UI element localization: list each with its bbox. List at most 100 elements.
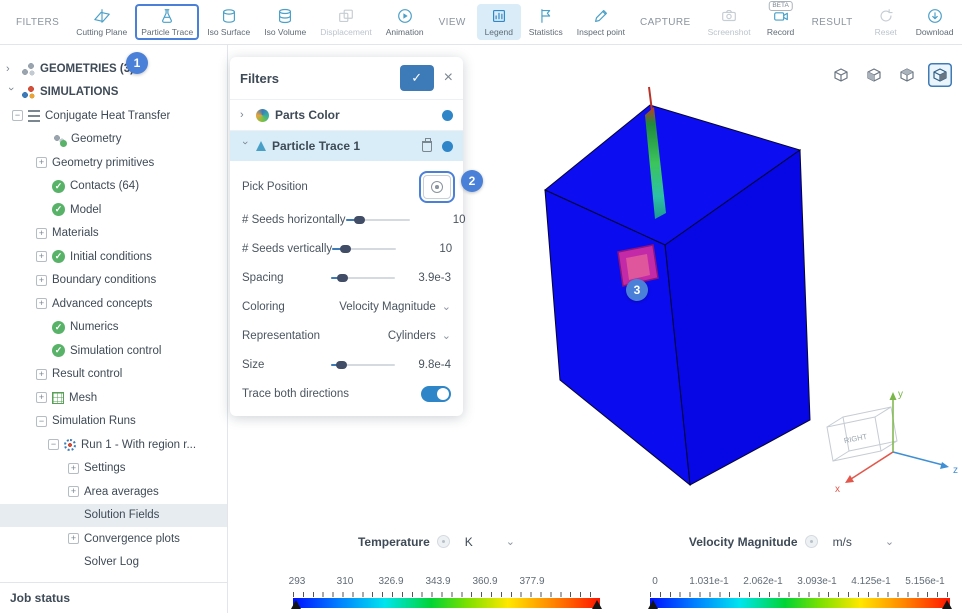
tree-item-boundary-conditions[interactable]: + Boundary conditions [0,269,227,293]
particle-trace-1-section[interactable]: › Particle Trace 1 [230,130,463,161]
download-button[interactable]: Download [910,4,960,40]
view-mode-button-2[interactable] [862,63,886,87]
tree-item-initial-conditions[interactable]: + ✓ Initial conditions [0,245,227,269]
tree-item-label: Advanced concepts [52,298,152,310]
delete-icon[interactable] [422,141,432,152]
collapse-icon[interactable]: − [48,439,59,450]
legend-settings-icon[interactable] [437,535,450,548]
view-mode-button-1[interactable] [829,63,853,87]
seeds-horizontal-slider[interactable] [346,213,410,227]
seeds-vertical-slider[interactable] [332,242,396,256]
tree-item-convergence-plots[interactable]: + Convergence plots [0,527,227,551]
tree-item-materials[interactable]: + Materials [0,222,227,246]
range-min-marker[interactable] [648,600,658,609]
cube-solid-icon [932,67,948,83]
tree-item-simulation-control[interactable]: ✓ Simulation control [0,339,227,363]
tree-item-geometry-primitives[interactable]: + Geometry primitives [0,151,227,175]
filters-panel-title: Filters [240,71,400,86]
view-mode-button-3[interactable] [895,63,919,87]
statistics-button[interactable]: Statistics [523,4,569,40]
tree-item-label: Initial conditions [70,251,152,263]
expand-icon[interactable]: + [36,157,47,168]
tree-item-settings[interactable]: + Settings [0,457,227,481]
velocity-legend: Velocity Magnitude m/s ⌄ 0 1.031e-1 2.06… [624,533,959,608]
displacement-button[interactable]: Displacement [314,4,378,40]
tree-item-conjugate-heat-transfer[interactable]: − Conjugate Heat Transfer [0,104,227,128]
parts-color-section[interactable]: › Parts Color [230,99,463,130]
visibility-dot[interactable] [442,110,453,121]
project-tree-sidebar: › GEOMETRIES (3) › SIMULATIONS − Conjuga… [0,45,228,613]
tree-item-advanced-concepts[interactable]: + Advanced concepts [0,292,227,316]
job-status-label: Job status [10,591,70,605]
simulations-icon [21,85,35,99]
tree-item-solver-log[interactable]: Solver Log [0,551,227,575]
toolbar-item-label: Reset [875,27,897,37]
record-button[interactable]: BETA Record [759,4,803,40]
apply-button[interactable]: ✓ [400,65,434,91]
collapse-icon[interactable]: − [12,110,23,121]
job-status-bar[interactable]: Job status [0,582,227,613]
coloring-select[interactable]: Velocity Magnitude ⌄ [339,300,451,313]
tree-item-simulation-runs[interactable]: − Simulation Runs [0,410,227,434]
chevron-right-icon[interactable]: › [6,63,16,75]
chevron-down-icon[interactable]: ⌄ [885,535,894,548]
inspect-point-button[interactable]: Inspect point [571,4,631,40]
visibility-dot[interactable] [442,141,453,152]
cutting-plane-button[interactable]: Cutting Plane [70,4,133,40]
chevron-down-icon[interactable]: › [239,141,251,151]
tree-item-label: Mesh [69,392,97,404]
tree-item-simulations[interactable]: › SIMULATIONS [0,81,227,105]
screenshot-button[interactable]: Screenshot [702,4,757,40]
chevron-right-icon[interactable]: › [240,109,250,121]
tree-item-solution-fields[interactable]: Solution Fields [0,504,227,528]
iso-volume-button[interactable]: Iso Volume [258,4,312,40]
close-icon[interactable]: × [444,70,453,86]
animation-button[interactable]: Animation [380,4,430,40]
view-cube-gizmo[interactable]: RIGHT [827,407,897,461]
collapse-icon[interactable]: − [36,416,47,427]
toolbar-item-label: Displacement [320,27,372,37]
legend-unit[interactable]: m/s [833,535,852,549]
range-min-marker[interactable] [291,600,301,609]
particle-trace-button[interactable]: Particle Trace [135,4,199,40]
range-max-marker[interactable] [592,600,602,609]
expand-icon[interactable]: + [36,251,47,262]
expand-icon[interactable]: + [68,486,79,497]
expand-icon[interactable]: + [68,533,79,544]
expand-icon[interactable]: + [36,392,47,403]
trace-both-directions-row: Trace both directions [230,379,463,408]
tree-item-contacts[interactable]: ✓ Contacts (64) [0,175,227,199]
legend-unit[interactable]: K [465,535,473,549]
simulation-icon [28,110,40,122]
tree-item-mesh[interactable]: + Mesh [0,386,227,410]
tree-item-geometry[interactable]: Geometry [0,128,227,152]
expand-icon[interactable]: + [36,369,47,380]
iso-surface-button[interactable]: Iso Surface [201,4,256,40]
tree-item-area-averages[interactable]: + Area averages [0,480,227,504]
expand-icon[interactable]: + [68,463,79,474]
expand-icon[interactable]: + [36,228,47,239]
chevron-down-icon[interactable]: › [5,87,17,97]
legend-button[interactable]: Legend [477,4,521,40]
tree-item-numerics[interactable]: ✓ Numerics [0,316,227,340]
reset-button[interactable]: Reset [864,4,908,40]
tree-item-geometries[interactable]: › GEOMETRIES (3) [0,57,227,81]
expand-icon[interactable]: + [36,275,47,286]
pick-position-button[interactable] [423,175,451,199]
tree-item-result-control[interactable]: + Result control [0,363,227,387]
expand-icon[interactable]: + [36,298,47,309]
annotation-badge-1: 1 [126,52,148,74]
tree-item-run-1[interactable]: − Run 1 - With region r... [0,433,227,457]
chevron-down-icon[interactable]: ⌄ [506,535,515,548]
field-label: Size [242,359,331,371]
size-slider[interactable] [331,358,395,372]
animation-play-icon [395,7,415,25]
spacing-slider[interactable] [331,271,395,285]
legend-settings-icon[interactable] [805,535,818,548]
tree-item-model[interactable]: ✓ Model [0,198,227,222]
toolbar-group-label-view: VIEW [439,17,466,28]
range-max-marker[interactable] [942,600,952,609]
view-mode-button-4[interactable] [928,63,952,87]
representation-select[interactable]: Cylinders ⌄ [388,329,451,342]
trace-both-directions-toggle[interactable] [421,386,451,402]
